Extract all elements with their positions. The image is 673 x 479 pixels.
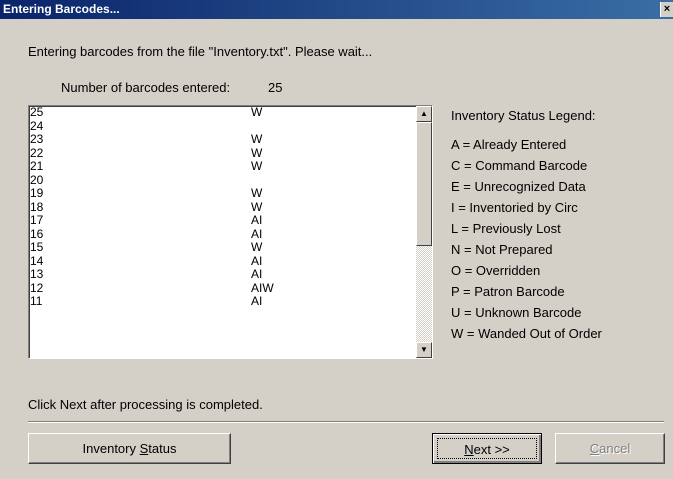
barcode-number: 14 <box>30 253 44 268</box>
barcode-status: AI <box>251 294 263 308</box>
cancel-label-accel: C <box>589 441 600 456</box>
legend-item: W = Wanded Out of Order <box>451 326 602 341</box>
barcode-number: 17 <box>30 213 44 227</box>
barcode-number: 12 <box>30 280 44 295</box>
inventory-status-label-pre: Inventory <box>82 441 140 456</box>
barcode-number: 15 <box>30 240 44 254</box>
barcode-status: AI <box>251 253 263 268</box>
legend-item: U = Unknown Barcode <box>451 305 582 320</box>
legend-item: I = Inventoried by Circ <box>451 200 578 215</box>
list-item[interactable]: 21 W <box>29 160 414 174</box>
barcode-number: 21 <box>30 159 44 173</box>
next-label-post: ext >> <box>473 442 510 457</box>
status-message: Entering barcodes from the file "Invento… <box>28 44 373 59</box>
footer-message: Click Next after processing is completed… <box>28 397 263 412</box>
barcode-count-value: 25 <box>268 80 283 95</box>
barcode-status: W <box>251 145 263 160</box>
next-button[interactable]: Next >> <box>432 433 542 464</box>
list-item[interactable]: 12 AIW <box>29 280 414 296</box>
barcode-number: 23 <box>30 132 44 146</box>
barcode-number: 11 <box>30 294 43 308</box>
title-bar: Entering Barcodes... × <box>0 0 673 19</box>
barcode-list[interactable]: 25 W 24 23 W 22 W 21 W 20 19 W 18 W 17 AI 16 AI 15 W 14 AI 13 A… <box>28 105 433 359</box>
legend-item: O = Overridden <box>451 263 541 278</box>
list-item[interactable]: 11 AI <box>29 295 414 309</box>
separator <box>28 421 664 423</box>
list-item[interactable]: 17 AI <box>29 214 414 228</box>
list-item[interactable]: 23 W <box>29 133 414 147</box>
legend-item: N = Not Prepared <box>451 242 553 257</box>
list-item[interactable]: 14 AI <box>29 253 414 269</box>
barcode-status: W <box>251 240 263 254</box>
window-title: Entering Barcodes... <box>3 2 120 16</box>
barcode-status: AI <box>251 226 263 241</box>
scroll-thumb[interactable] <box>416 122 432 246</box>
close-icon[interactable]: × <box>660 2 673 17</box>
legend-item: L = Previously Lost <box>451 221 561 236</box>
list-item[interactable]: 25 W <box>29 106 414 120</box>
barcode-status: W <box>251 186 263 200</box>
barcode-number: 16 <box>30 226 44 241</box>
inventory-status-label-accel: S <box>139 441 149 456</box>
list-item[interactable]: 13 AI <box>29 268 414 282</box>
barcode-status: W <box>251 199 263 214</box>
list-scrollbar[interactable]: ▲ ▼ <box>416 106 432 358</box>
barcode-rows: 25 W 24 23 W 22 W 21 W 20 19 W 18 W 17 AI 16 AI 15 W 14 AI 13 A… <box>29 106 414 309</box>
barcode-number: 22 <box>30 145 44 160</box>
legend-item: E = Unrecognized Data <box>451 179 586 194</box>
list-item[interactable]: 22 W <box>29 145 414 161</box>
inventory-status-label-post: tatus <box>148 441 177 456</box>
list-item[interactable]: 15 W <box>29 241 414 255</box>
barcode-status: W <box>251 105 263 119</box>
barcode-status: W <box>251 159 263 173</box>
list-item[interactable]: 18 W <box>29 199 414 215</box>
legend-item: P = Patron Barcode <box>451 284 565 299</box>
legend-title: Inventory Status Legend: <box>451 108 596 123</box>
barcode-status: AI <box>251 213 263 227</box>
barcode-number: 24 <box>30 118 44 133</box>
cancel-label-post: ancel <box>599 441 631 456</box>
barcode-number: 25 <box>30 105 44 119</box>
barcode-count-label: Number of barcodes entered: <box>61 80 231 95</box>
cancel-button: Cancel <box>555 433 665 464</box>
inventory-status-button[interactable]: Inventory Status <box>28 433 231 464</box>
legend-item: A = Already Entered <box>451 137 567 152</box>
list-item[interactable]: 16 AI <box>29 226 414 242</box>
list-item[interactable]: 19 W <box>29 187 414 201</box>
barcode-number: 18 <box>30 199 44 214</box>
barcode-status: AIW <box>251 280 274 295</box>
barcode-number: 19 <box>30 186 44 200</box>
barcode-number: 20 <box>30 172 44 187</box>
barcode-number: 13 <box>30 267 44 281</box>
barcode-status: AI <box>251 267 263 281</box>
list-item[interactable]: 20 <box>29 172 414 188</box>
legend-item: C = Command Barcode <box>451 158 588 173</box>
scroll-up-arrow-icon[interactable]: ▲ <box>416 106 432 122</box>
next-label-accel: N <box>464 442 474 457</box>
list-item[interactable]: 24 <box>29 118 414 134</box>
barcode-status: W <box>251 132 263 146</box>
next-focus-ring: Next >> <box>437 438 537 459</box>
scroll-down-arrow-icon[interactable]: ▼ <box>416 342 432 358</box>
